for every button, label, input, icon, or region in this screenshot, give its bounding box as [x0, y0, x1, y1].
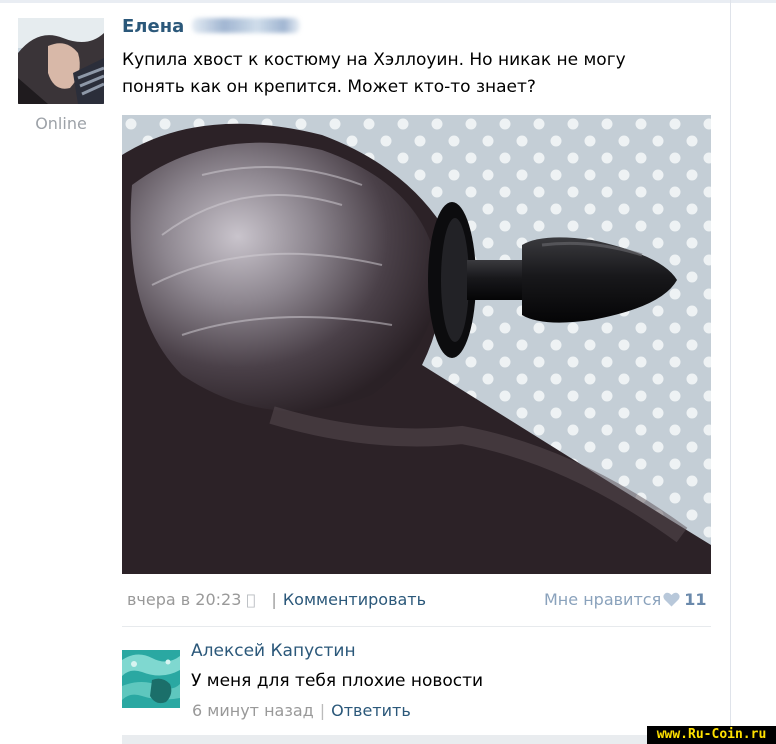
commenter-avatar[interactable] — [122, 650, 180, 708]
comment-button[interactable]: Комментировать — [283, 590, 426, 609]
heart-icon — [663, 592, 680, 611]
post-text: Купила хвост к костюму на Хэллоуин. Но н… — [122, 47, 682, 101]
like-count: 11 — [684, 590, 707, 609]
meta-separator: | — [271, 590, 276, 609]
like-button[interactable]: Мне нравится 11 — [544, 590, 706, 611]
comments-divider — [122, 626, 711, 627]
column-border — [730, 0, 731, 744]
post-text-line: Купила хвост к костюму на Хэллоуин. Но н… — [122, 50, 626, 70]
commenter-name[interactable]: Алексей Капустин — [191, 641, 356, 661]
watermark: www.Ru-Coin.ru — [647, 726, 776, 744]
post-timestamp[interactable]: вчера в 20:23 — [127, 590, 241, 609]
comment-time[interactable]: 6 минут назад — [192, 701, 314, 720]
comment-separator: | — [319, 701, 326, 720]
like-label: Мне нравится — [544, 590, 662, 609]
top-edge — [0, 0, 776, 3]
post-photo[interactable] — [122, 115, 711, 574]
post-author[interactable]: Елена — [122, 16, 301, 37]
comment-meta: 6 минут назад | Ответить — [192, 701, 411, 720]
online-status: Online — [35, 114, 87, 133]
blurred-surname — [192, 18, 301, 33]
comment-text: У меня для тебя плохие новости — [191, 671, 484, 691]
reply-button[interactable]: Ответить — [331, 701, 411, 720]
author-avatar[interactable] — [18, 18, 104, 104]
post-text-line: понять как он крепится. Может кто-то зна… — [122, 77, 536, 97]
apple-icon:  — [246, 591, 255, 609]
author-name[interactable]: Елена — [122, 16, 184, 37]
post-meta: вчера в 20:23  | Комментировать — [127, 590, 426, 609]
reply-box-edge — [122, 735, 711, 744]
